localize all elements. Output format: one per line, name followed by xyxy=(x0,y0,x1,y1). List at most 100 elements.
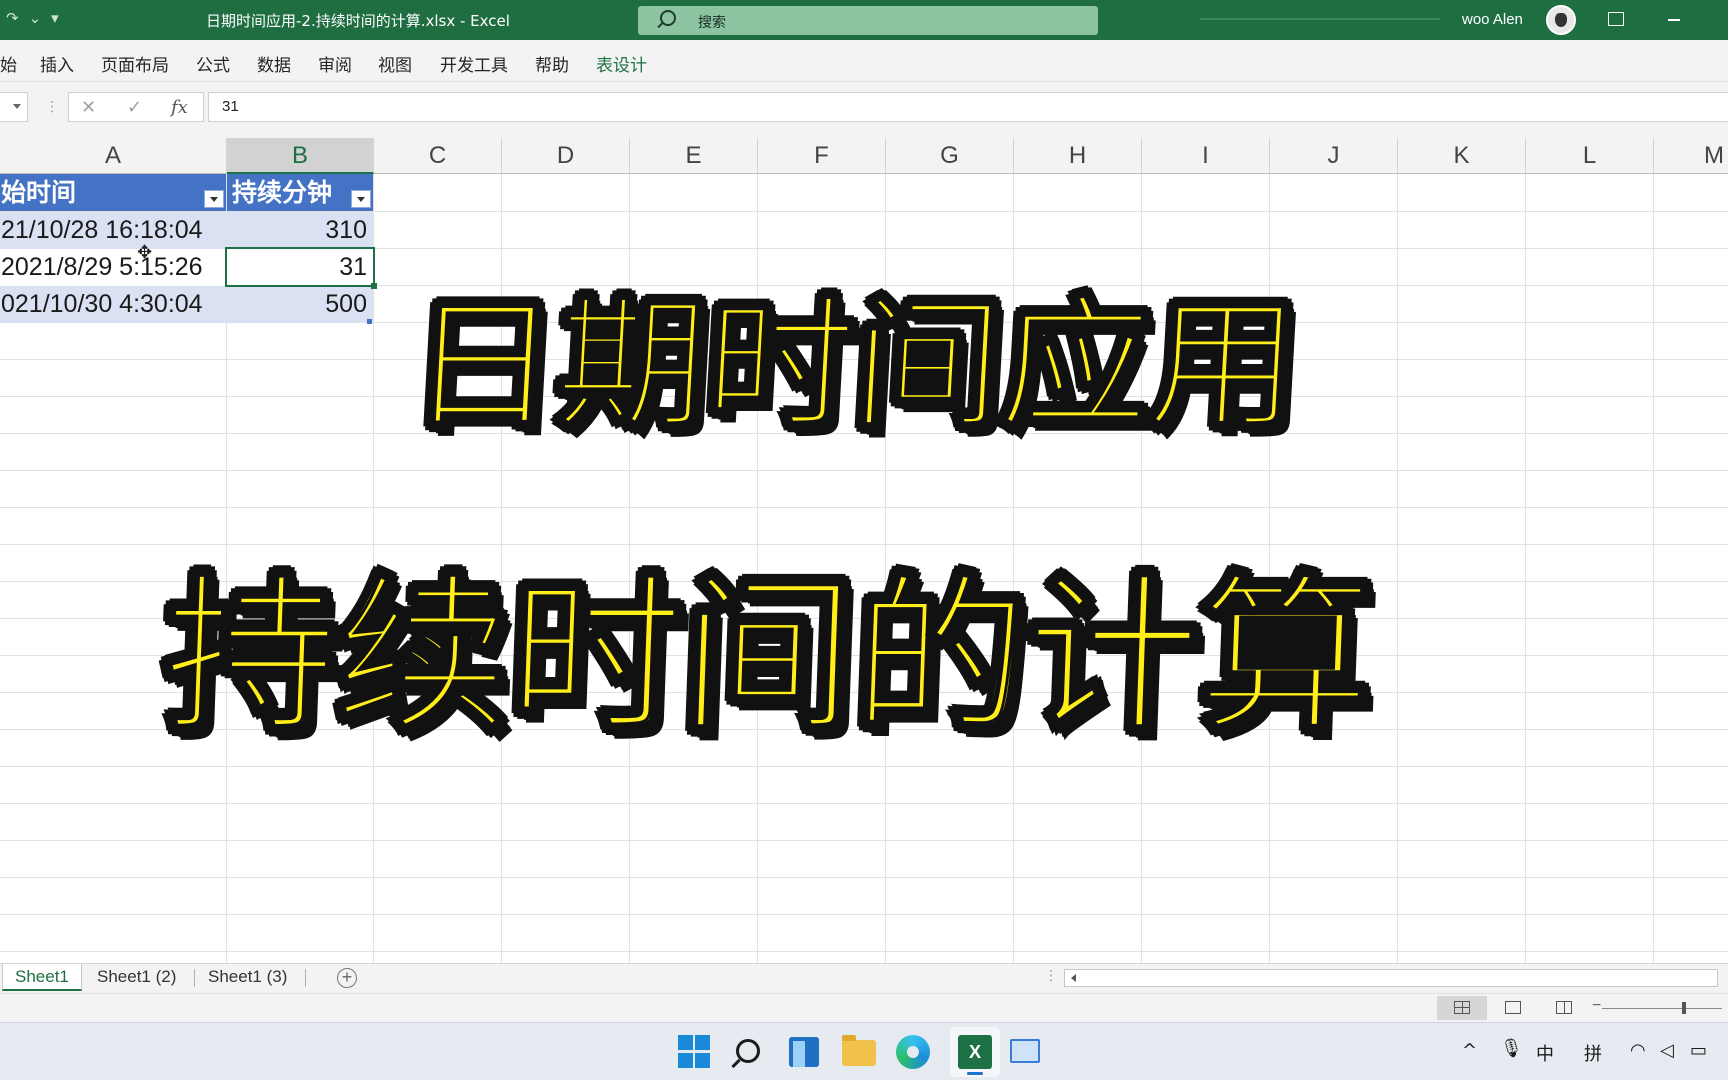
tab-separator xyxy=(305,969,306,987)
insert-function-icon[interactable]: fx xyxy=(171,97,188,118)
tab-table-design[interactable]: 表设计 xyxy=(596,51,647,76)
redo-dropdown-icon[interactable]: ⌄ xyxy=(29,9,42,27)
wifi-icon[interactable]: ◠ xyxy=(1630,1040,1646,1061)
column-header-b[interactable]: B xyxy=(227,138,374,174)
enter-icon[interactable]: ✓ xyxy=(127,97,142,118)
zoom-slider-thumb[interactable] xyxy=(1682,1002,1686,1014)
grid-line xyxy=(1653,174,1654,963)
window-title: 日期时间应用-2.持续时间的计算.xlsx - Excel xyxy=(206,12,510,30)
tab-data[interactable]: 数据 xyxy=(257,51,291,76)
formula-bar: ⋮ ✕ ✓ fx 31 xyxy=(0,82,1728,138)
volume-icon[interactable]: ◁ xyxy=(1660,1040,1674,1061)
column-header-j[interactable]: J xyxy=(1270,138,1398,174)
grid-line xyxy=(0,470,1728,471)
chevron-down-icon[interactable] xyxy=(13,104,21,109)
show-hidden-icons[interactable]: ^ xyxy=(1462,1040,1477,1061)
overlay-title-line1: 日期时间应用 xyxy=(403,282,1303,450)
ribbon-display-options-icon[interactable] xyxy=(1608,12,1624,26)
excel-taskbar-item[interactable]: X xyxy=(950,1027,1000,1077)
tab-page-layout[interactable]: 页面布局 xyxy=(101,51,169,76)
drag-handle-icon[interactable]: ⋮ xyxy=(45,98,59,115)
sheet-tab-bar: Sheet1 Sheet1 (2) Sheet1 (3) + ⋮ xyxy=(0,963,1728,993)
ime-mode-indicator[interactable]: 拼 xyxy=(1584,1040,1602,1066)
zoom-out-icon[interactable]: − xyxy=(1592,997,1601,1015)
add-sheet-button[interactable]: + xyxy=(337,968,357,988)
column-header-h[interactable]: H xyxy=(1014,138,1142,174)
tab-developer[interactable]: 开发工具 xyxy=(440,51,508,76)
zoom-slider[interactable] xyxy=(1602,1008,1722,1009)
tab-formulas[interactable]: 公式 xyxy=(196,51,230,76)
table-cell-b4[interactable]: 500 xyxy=(227,286,373,323)
sheet-tab-sheet1[interactable]: Sheet1 xyxy=(2,964,82,991)
table-resize-handle[interactable] xyxy=(367,319,372,324)
user-name[interactable]: woo Alen xyxy=(1462,11,1523,28)
filter-dropdown-icon[interactable] xyxy=(204,190,224,208)
table-cell-a2[interactable]: 21/10/28 16:18:04 xyxy=(0,212,226,249)
tab-view[interactable]: 视图 xyxy=(378,51,412,76)
avatar[interactable] xyxy=(1546,5,1576,35)
tab-separator xyxy=(194,969,195,987)
battery-icon[interactable]: ▭ xyxy=(1690,1040,1707,1061)
tab-review[interactable]: 审阅 xyxy=(318,51,352,76)
quick-access-toolbar: ↷ ⌄ ▾ xyxy=(6,9,59,27)
search-placeholder: 搜索 xyxy=(698,15,726,31)
tab-insert[interactable]: 插入 xyxy=(40,51,74,76)
formula-buttons: ✕ ✓ fx xyxy=(68,92,204,122)
sheet-tab-sheet1-3[interactable]: Sheet1 (3) xyxy=(196,964,299,991)
widgets-icon[interactable] xyxy=(789,1037,819,1067)
move-cursor-icon: ✥ xyxy=(137,242,153,262)
edge-browser-icon[interactable] xyxy=(896,1035,930,1069)
page-break-view-button[interactable] xyxy=(1539,996,1589,1020)
column-header-g[interactable]: G xyxy=(886,138,1014,174)
scroll-left-icon[interactable] xyxy=(1071,974,1076,982)
redo-icon[interactable]: ↷ xyxy=(6,9,19,27)
title-bar: ↷ ⌄ ▾ 日期时间应用-2.持续时间的计算.xlsx - Excel 搜索 w… xyxy=(0,0,1728,40)
grid-line xyxy=(1397,174,1398,963)
remote-desktop-icon[interactable] xyxy=(1010,1039,1040,1063)
ribbon-tabs: 始 插入 页面布局 公式 数据 审阅 视图 开发工具 帮助 表设计 xyxy=(0,40,1728,82)
search-box[interactable]: 搜索 xyxy=(638,6,1098,35)
column-header-m[interactable]: M xyxy=(1654,138,1728,174)
grid-line xyxy=(1525,174,1526,963)
normal-view-button[interactable] xyxy=(1437,996,1487,1020)
taskbar-search-icon[interactable] xyxy=(736,1039,760,1063)
fill-handle[interactable] xyxy=(371,283,377,289)
table-cell-a3[interactable]: 2021/8/29 5:15:26 xyxy=(0,249,226,286)
active-cell-selection[interactable] xyxy=(225,247,375,287)
table-header-label: 始时间 xyxy=(1,178,77,207)
minimize-icon[interactable] xyxy=(1668,19,1680,21)
title-decoration xyxy=(1200,18,1440,20)
splitter-handle-icon[interactable]: ⋮ xyxy=(1044,967,1058,984)
microphone-icon[interactable]: 🎙 xyxy=(1500,1038,1523,1059)
windows-start-icon[interactable] xyxy=(678,1035,712,1069)
table-header-start-time[interactable]: 始时间 xyxy=(0,174,226,211)
column-header-i[interactable]: I xyxy=(1142,138,1270,174)
grid-line xyxy=(0,951,1728,952)
formula-input[interactable]: 31 xyxy=(208,92,1728,122)
table-cell-b2[interactable]: 310 xyxy=(227,212,373,249)
tab-home[interactable]: 始 xyxy=(0,51,17,76)
ime-language-indicator[interactable]: 中 xyxy=(1536,1040,1554,1066)
column-header-d[interactable]: D xyxy=(502,138,630,174)
table-cell-a4[interactable]: 021/10/30 4:30:04 xyxy=(0,286,226,323)
filter-dropdown-icon[interactable] xyxy=(351,190,371,208)
customize-qat-icon[interactable]: ▾ xyxy=(51,9,59,27)
cancel-icon[interactable]: ✕ xyxy=(81,97,96,118)
sheet-tab-sheet1-2[interactable]: Sheet1 (2) xyxy=(85,964,188,991)
name-box[interactable] xyxy=(0,92,28,122)
column-header-c[interactable]: C xyxy=(374,138,502,174)
column-header-k[interactable]: K xyxy=(1398,138,1526,174)
grid-line xyxy=(0,840,1728,841)
column-header-a[interactable]: A xyxy=(0,138,227,174)
horizontal-scrollbar[interactable] xyxy=(1064,969,1718,987)
grid-icon xyxy=(1454,1001,1470,1014)
page-layout-icon xyxy=(1505,1001,1521,1014)
status-bar: − xyxy=(0,993,1728,1022)
tab-help[interactable]: 帮助 xyxy=(535,51,569,76)
file-explorer-icon[interactable] xyxy=(842,1035,876,1066)
page-layout-view-button[interactable] xyxy=(1488,996,1538,1020)
column-header-e[interactable]: E xyxy=(630,138,758,174)
column-header-l[interactable]: L xyxy=(1526,138,1654,174)
grid-line xyxy=(0,803,1728,804)
column-header-f[interactable]: F xyxy=(758,138,886,174)
